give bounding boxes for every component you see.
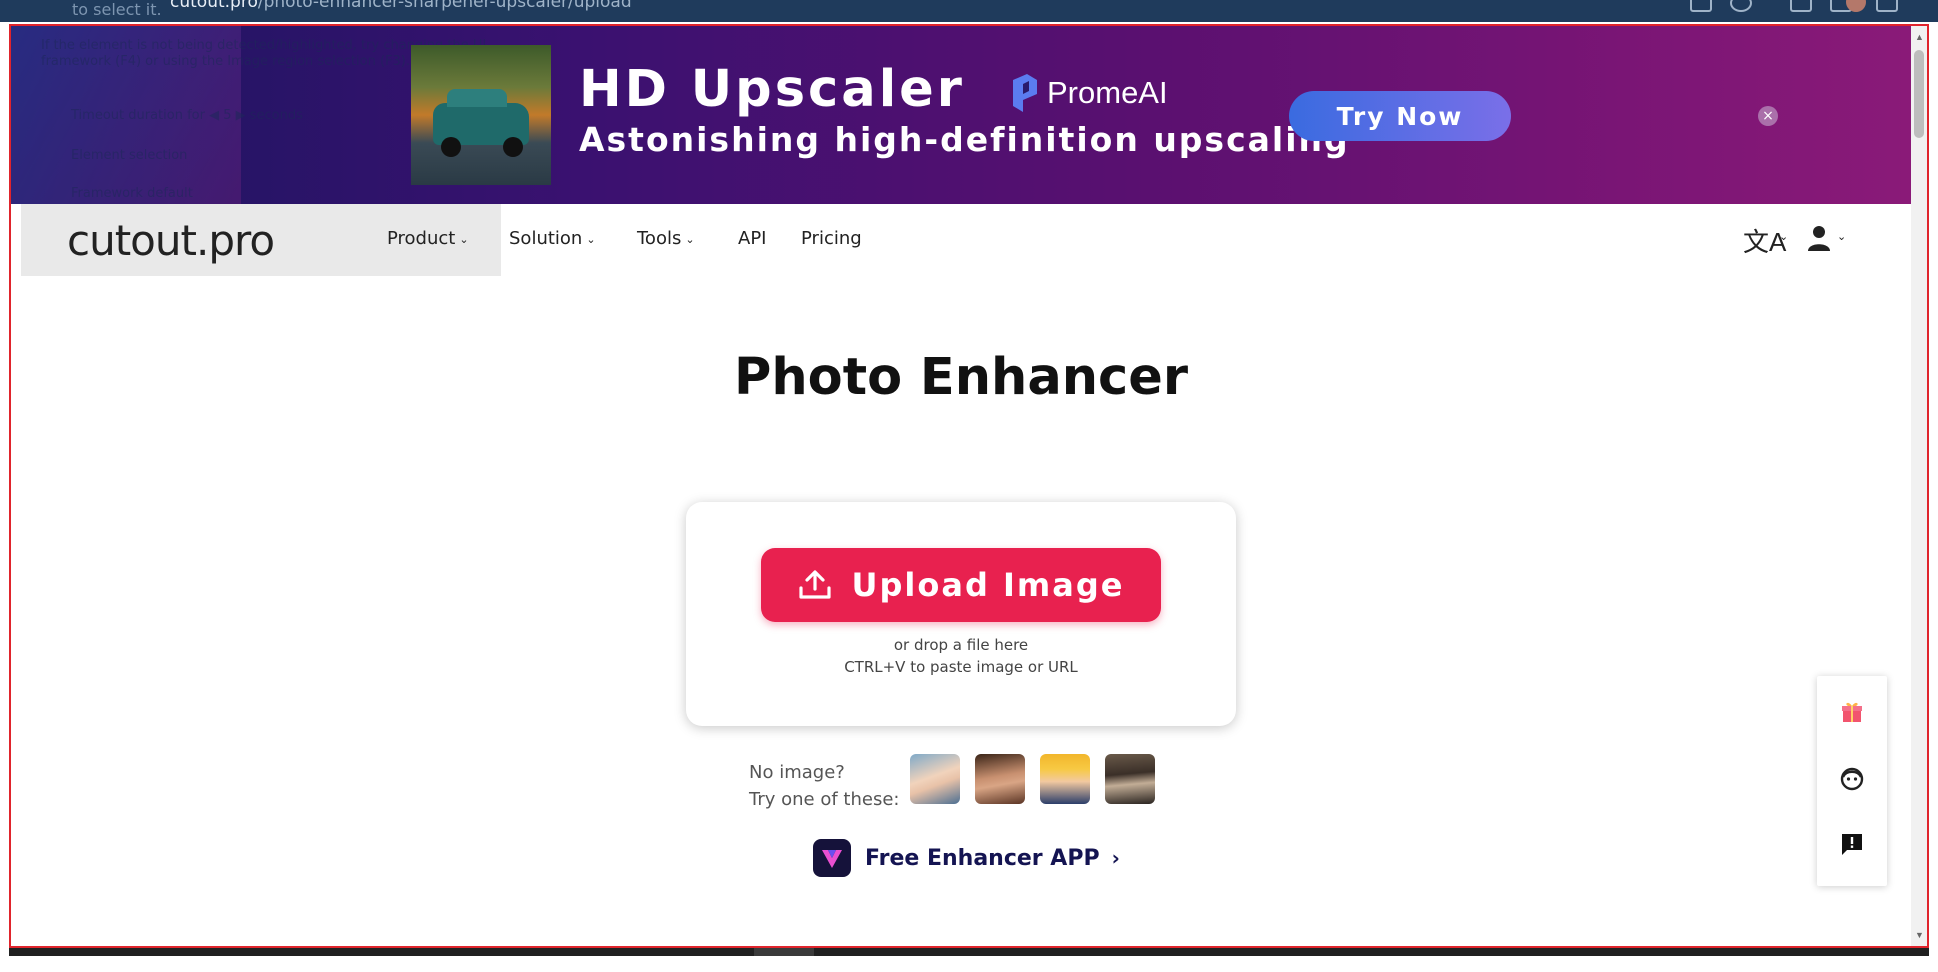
chevron-down-icon: ⌄ (586, 232, 596, 246)
page-viewport: If the element is not being detected/hig… (9, 24, 1929, 948)
promeai-logo-icon (1013, 74, 1037, 112)
vertical-scrollbar[interactable]: ▲ ▼ (1911, 26, 1927, 946)
ad-car-image (411, 45, 551, 185)
scroll-down-arrow-icon[interactable]: ▼ (1915, 930, 1924, 940)
overlay-ghost-line: Element selection (71, 148, 188, 163)
chevron-down-icon: ⌄ (685, 232, 695, 246)
browser-toolbar: to select it. cutout.pro/photo-enhancer-… (0, 0, 1938, 22)
ad-banner[interactable]: If the element is not being detected/hig… (11, 26, 1911, 204)
drop-hint: or drop a file here (893, 636, 1029, 654)
upload-image-button[interactable]: Upload Image (761, 548, 1161, 622)
sample-image-4[interactable] (1105, 754, 1155, 804)
extension-icon[interactable] (1790, 0, 1812, 12)
feedback-icon[interactable] (1838, 830, 1866, 858)
paste-hint: CTRL+V to paste image or URL (844, 658, 1078, 676)
ad-subtitle: Astonishing high-definition upscaling (579, 120, 1350, 159)
overlay-ghost-text: to select it. (72, 0, 162, 19)
upload-icon (798, 570, 831, 599)
os-taskbar (9, 948, 1929, 956)
user-account-icon[interactable] (1807, 224, 1831, 252)
site-logo: cutout.pro (67, 216, 275, 265)
star-icon[interactable] (1730, 0, 1752, 12)
ad-title: HD Upscaler (579, 60, 965, 119)
sample-image-1[interactable] (910, 754, 960, 804)
taskbar-item[interactable] (754, 948, 814, 956)
overlay-ghost-line: Timeout duration for ◀ 5 ▶ seconds (71, 108, 303, 123)
customer-support-icon[interactable] (1838, 765, 1866, 793)
chevron-down-icon: ⌄ (1837, 231, 1847, 243)
scrollbar-thumb[interactable] (1914, 50, 1924, 138)
translate-icon[interactable] (1690, 0, 1712, 12)
upload-dropzone[interactable]: Upload Image or drop a file here CTRL+V … (686, 502, 1236, 726)
close-icon[interactable]: × (1758, 106, 1778, 126)
nav-item-api[interactable]: API (738, 228, 766, 249)
ad-try-now-button[interactable]: Try Now (1289, 91, 1511, 141)
sample-image-2[interactable] (975, 754, 1025, 804)
chevron-down-icon: ⌄ (459, 232, 469, 246)
tab-icon[interactable] (1876, 0, 1898, 12)
gift-icon[interactable] (1838, 698, 1866, 726)
chevron-down-icon: ⌄ (1779, 231, 1789, 243)
scroll-up-arrow-icon[interactable]: ▲ (1915, 32, 1924, 42)
sample-image-3[interactable] (1040, 754, 1090, 804)
address-bar[interactable]: cutout.pro/photo-enhancer-sharpener-upsc… (170, 0, 632, 12)
page-title: Photo Enhancer (733, 348, 1189, 407)
sample-images-label: No image? Try one of these: (749, 762, 900, 810)
nav-item-pricing[interactable]: Pricing (801, 228, 862, 249)
nav-item-solution[interactable]: Solution ⌄ (509, 228, 596, 249)
chevron-right-icon: › (1111, 846, 1120, 870)
floating-action-panel (1817, 676, 1887, 886)
overlay-ghost-line: framework (F4) or using the Image region… (41, 54, 410, 69)
ad-brand-name: PromeAI (1047, 75, 1168, 110)
nav-item-product[interactable]: Product ⌄ (387, 228, 469, 249)
overlay-ghost-line: Framework default (71, 186, 193, 201)
enhancer-app-logo-icon (813, 839, 851, 877)
free-enhancer-app-link[interactable]: Free Enhancer APP › (813, 838, 1120, 878)
nav-item-tools[interactable]: Tools ⌄ (637, 228, 695, 249)
main-navbar: cutout.pro Product ⌄ Solution ⌄ Tools ⌄ API… (11, 204, 1911, 276)
